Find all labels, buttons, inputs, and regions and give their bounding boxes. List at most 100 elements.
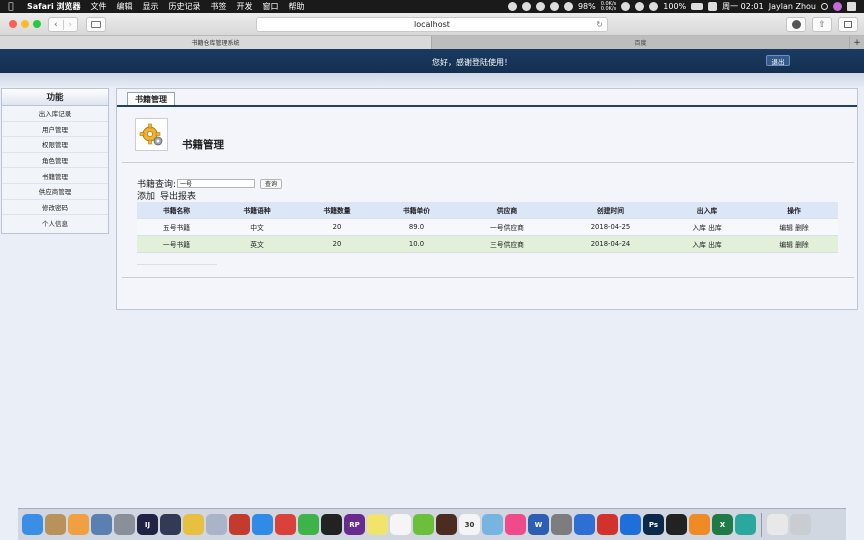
- music-icon[interactable]: [505, 514, 526, 535]
- tab-baidu[interactable]: 百度: [432, 36, 850, 49]
- battery-icon[interactable]: [691, 3, 704, 10]
- record-icon[interactable]: [507, 2, 517, 11]
- forward-button[interactable]: ›: [64, 20, 78, 30]
- bell-icon[interactable]: [549, 2, 559, 11]
- menu-file[interactable]: 文件: [86, 1, 112, 12]
- wifi-icon[interactable]: [649, 2, 659, 11]
- tab-book-system[interactable]: 书籍仓库管理系统: [0, 36, 432, 49]
- remote-icon[interactable]: [597, 514, 618, 535]
- sidebar-item-books[interactable]: 书籍管理: [2, 168, 108, 184]
- teamviewer-icon[interactable]: [620, 514, 641, 535]
- safari-icon[interactable]: [252, 514, 273, 535]
- menu-help[interactable]: 帮助: [284, 1, 310, 12]
- sidebar-item-stock-records[interactable]: 出入库记录: [2, 106, 108, 122]
- code-icon[interactable]: [635, 2, 645, 11]
- tasks-icon[interactable]: [390, 514, 411, 535]
- cell-quantity: 20: [332, 240, 342, 248]
- menu-history[interactable]: 历史记录: [164, 1, 206, 12]
- address-bar[interactable]: localhost ↻: [256, 17, 608, 32]
- edit-link[interactable]: 编辑: [779, 241, 793, 249]
- chrome-icon[interactable]: [735, 514, 756, 535]
- reload-icon[interactable]: ↻: [596, 20, 603, 29]
- stock-in-link[interactable]: 入库: [692, 241, 706, 249]
- delete-link[interactable]: 删除: [795, 241, 809, 249]
- docs-icon[interactable]: [767, 514, 788, 535]
- apple-icon[interactable]: : [0, 2, 22, 12]
- tab-book-management[interactable]: 书籍管理: [127, 92, 175, 106]
- bluetooth-icon[interactable]: [621, 2, 631, 11]
- cell-created: 2018-04-24: [590, 240, 631, 248]
- word-icon[interactable]: W: [528, 514, 549, 535]
- sublime2-icon[interactable]: [689, 514, 710, 535]
- sublime-icon[interactable]: [160, 514, 181, 535]
- sidebar-item-change-password[interactable]: 修改密码: [2, 200, 108, 216]
- tab-overview-button[interactable]: [838, 17, 858, 32]
- menu-develop[interactable]: 开发: [232, 1, 258, 12]
- menu-bookmarks[interactable]: 书签: [206, 1, 232, 12]
- delete-link[interactable]: 删除: [795, 224, 809, 232]
- qq2-icon[interactable]: [666, 514, 687, 535]
- cell-supplier: 三号供应商: [490, 241, 524, 249]
- sidebar-item-users[interactable]: 用户管理: [2, 122, 108, 138]
- query-button[interactable]: 查询: [260, 178, 283, 189]
- siri-icon[interactable]: [833, 2, 842, 11]
- trash-icon[interactable]: [790, 514, 811, 535]
- menu-window[interactable]: 窗口: [258, 1, 284, 12]
- sidebar-item-roles[interactable]: 角色管理: [2, 153, 108, 169]
- stock-out-link[interactable]: 出库: [708, 224, 722, 232]
- stickies-icon[interactable]: [367, 514, 388, 535]
- notes-icon[interactable]: [45, 514, 66, 535]
- weather-icon[interactable]: [183, 514, 204, 535]
- sidebar-item-profile[interactable]: 个人信息: [2, 215, 108, 231]
- back-button[interactable]: ‹: [49, 19, 64, 30]
- back-forward-buttons: ‹ ›: [48, 17, 78, 32]
- export-report-link[interactable]: 导出报表: [160, 189, 196, 202]
- input-method-icon[interactable]: [708, 2, 718, 11]
- photoshop-icon[interactable]: Ps: [643, 514, 664, 535]
- settings-icon[interactable]: [551, 514, 572, 535]
- qq-status-icon[interactable]: [535, 2, 545, 11]
- axure-icon[interactable]: RP: [344, 514, 365, 535]
- maps-icon[interactable]: [413, 514, 434, 535]
- zoom-window-button[interactable]: [33, 20, 41, 28]
- share-button[interactable]: ⇧: [812, 17, 832, 32]
- sidebar-toggle-button[interactable]: [86, 17, 106, 32]
- stock-out-link[interactable]: 出库: [708, 241, 722, 249]
- notification-center-icon[interactable]: [847, 2, 856, 11]
- calendar-icon[interactable]: 30: [459, 514, 480, 535]
- new-tab-button[interactable]: +: [850, 36, 864, 49]
- photos-icon[interactable]: [68, 514, 89, 535]
- menu-app-safari[interactable]: Safari 浏览器: [22, 1, 86, 12]
- qq-icon[interactable]: [321, 514, 342, 535]
- launchpad-icon[interactable]: [114, 514, 135, 535]
- baidu-icon[interactable]: [574, 514, 595, 535]
- intellij-icon[interactable]: IJ: [137, 514, 158, 535]
- wechat-icon[interactable]: [298, 514, 319, 535]
- spotlight-icon[interactable]: [821, 3, 828, 10]
- menu-edit[interactable]: 编辑: [112, 1, 138, 12]
- sidebar-item-permissions[interactable]: 权限管理: [2, 137, 108, 153]
- clock[interactable]: 周一 02:01: [722, 1, 764, 12]
- table-row: 一号书籍 英文 20 10.0 三号供应商 2018-04-24 入库 出库 编…: [137, 236, 838, 253]
- menu-view[interactable]: 显示: [138, 1, 164, 12]
- preview-icon[interactable]: [91, 514, 112, 535]
- query-input[interactable]: [177, 179, 256, 188]
- excel-icon[interactable]: X: [712, 514, 733, 535]
- sidebar-item-suppliers[interactable]: 供应商管理: [2, 184, 108, 200]
- logout-button[interactable]: 退出: [766, 55, 790, 66]
- edit-link[interactable]: 编辑: [779, 224, 793, 232]
- maps2-icon[interactable]: [482, 514, 503, 535]
- user-name[interactable]: Jaylan Zhou: [769, 2, 816, 11]
- minimize-window-button[interactable]: [21, 20, 29, 28]
- redis-icon[interactable]: [229, 514, 250, 535]
- add-book-link[interactable]: 添加: [137, 189, 155, 202]
- wechat-status-icon[interactable]: [521, 2, 531, 11]
- close-window-button[interactable]: [9, 20, 17, 28]
- disk-icon[interactable]: [206, 514, 227, 535]
- presentation-icon[interactable]: [275, 514, 296, 535]
- memory-icon[interactable]: [563, 2, 573, 11]
- downloads-button[interactable]: [786, 17, 806, 32]
- finder-icon[interactable]: [22, 514, 43, 535]
- stock-in-link[interactable]: 入库: [692, 224, 706, 232]
- hat-icon[interactable]: [436, 514, 457, 535]
